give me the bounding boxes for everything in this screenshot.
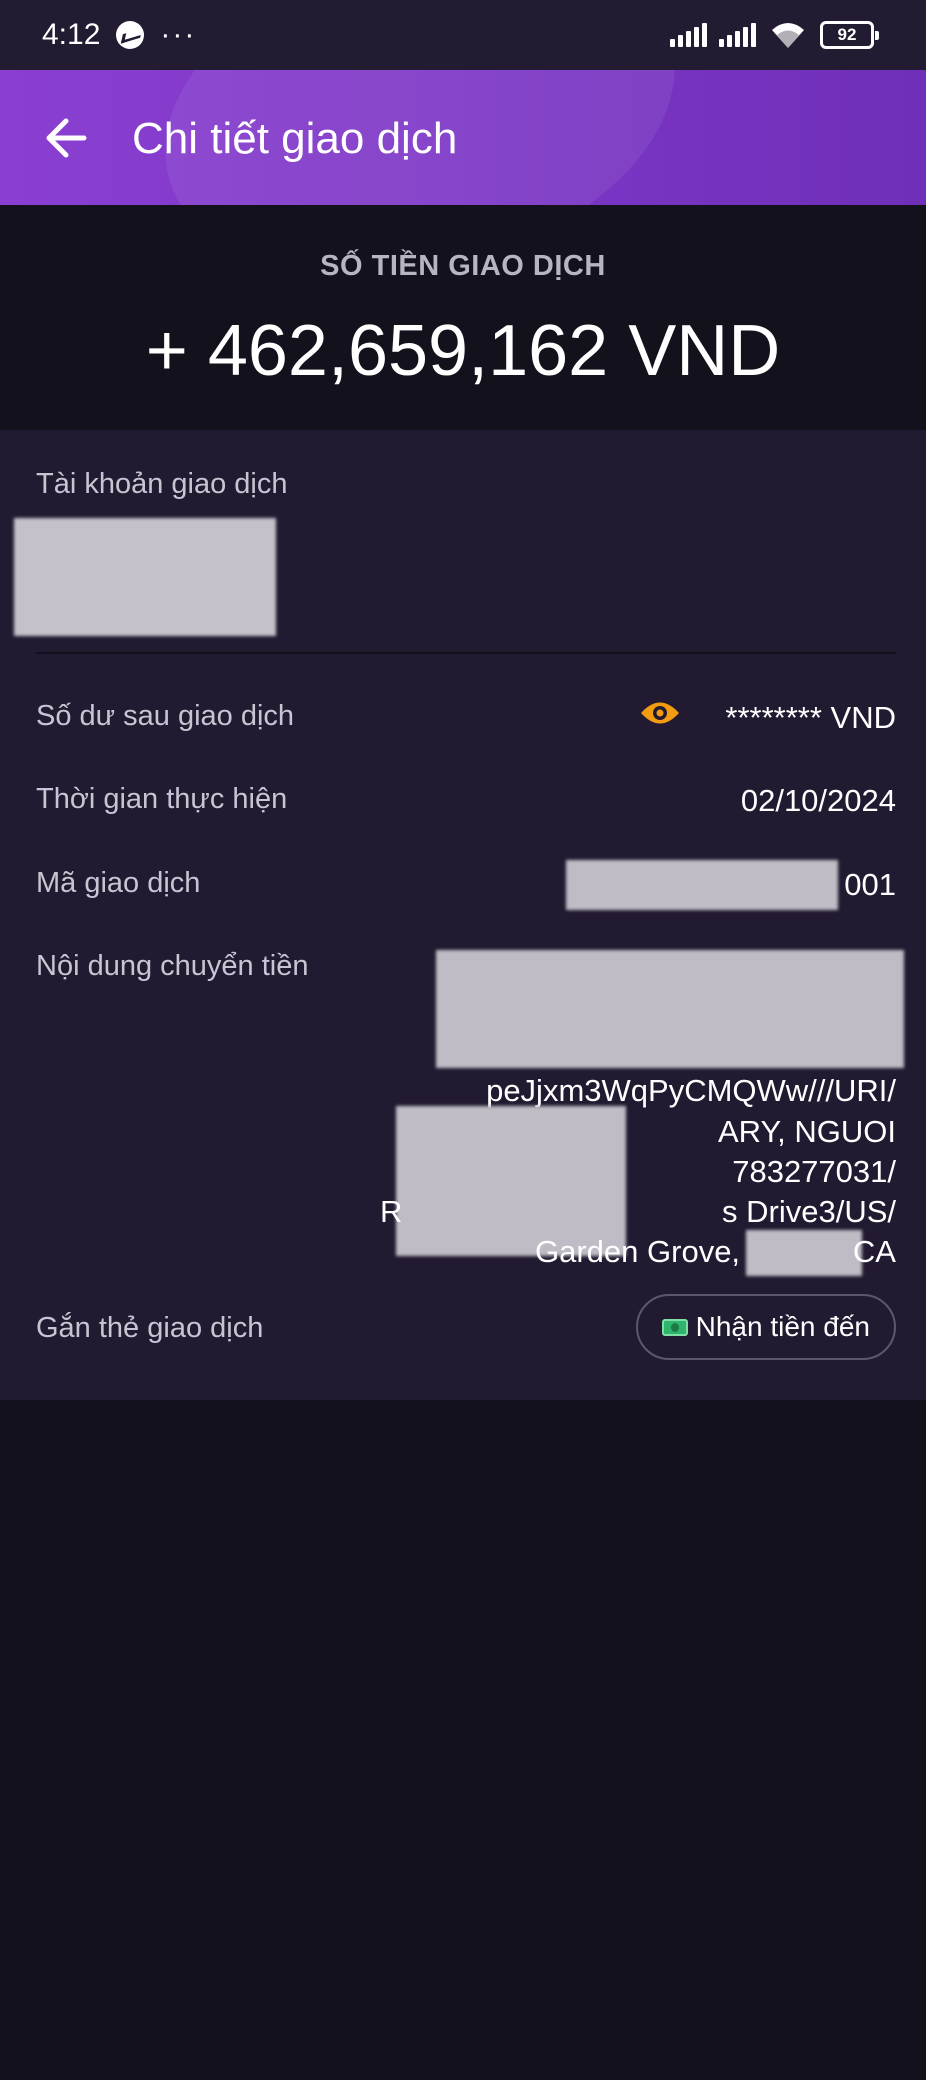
transaction-code-label: Mã giao dịch	[36, 867, 201, 899]
back-arrow-icon[interactable]	[40, 108, 94, 168]
amount-value: + 462,659,162 VND	[145, 311, 781, 391]
status-time: 4:12	[42, 18, 101, 51]
amount-label: SỐ TIỀN GIAO DỊCH	[320, 250, 606, 282]
tag-chip-label: Nhận tiền đến	[695, 1311, 870, 1342]
status-bar-right: 92	[670, 20, 879, 50]
amount-section: SỐ TIỀN GIAO DỊCH + 462,659,162 VND	[0, 205, 926, 430]
content-line-5: ARY, NGUOI	[717, 1114, 896, 1149]
tag-chip-receive-money[interactable]: Nhận tiền đến	[635, 1294, 896, 1360]
content-label: Nội dung chuyển tiền	[36, 950, 309, 982]
divider	[36, 652, 896, 654]
wifi-icon	[772, 23, 804, 48]
balance-label: Số dư sau giao dịch	[36, 700, 295, 732]
content-line-7: s Drive3/US/	[722, 1194, 896, 1229]
transaction-code-redacted	[566, 860, 838, 910]
app-bar: Chi tiết giao dịch	[0, 70, 926, 205]
page-title: Chi tiết giao dịch	[132, 114, 458, 163]
time-value: 02/10/2024	[740, 783, 896, 818]
content-line-4: peJjxm3WqPyCMQWw///URI/	[486, 1073, 896, 1108]
transaction-details: Tài khoản giao dịch Số dư sau giao dịch …	[0, 430, 926, 1400]
signal-icon-2	[719, 23, 756, 47]
more-notifications-icon: ···	[160, 18, 197, 51]
transaction-code-suffix: 001	[844, 867, 896, 902]
status-bar-left: 4:12 ···	[42, 18, 196, 52]
signal-icon	[670, 23, 707, 47]
eye-icon[interactable]	[639, 698, 681, 728]
messenger-icon	[116, 21, 145, 49]
content-line-6: 783277031/	[732, 1154, 896, 1189]
balance-value: ******** VND	[725, 700, 896, 735]
status-bar: 4:12 ··· 92	[0, 0, 926, 70]
battery-level: 92	[837, 25, 857, 44]
battery-icon: 92	[820, 21, 879, 49]
content-line-8-suffix: CA	[852, 1234, 896, 1269]
content-redacted-bottom	[746, 1230, 862, 1276]
money-icon	[661, 1318, 688, 1336]
tag-label: Gắn thẻ giao dịch	[36, 1312, 264, 1344]
content-line-7-prefix: R	[380, 1194, 403, 1229]
account-label: Tài khoản giao dịch	[36, 468, 288, 500]
time-label: Thời gian thực hiện	[36, 783, 288, 815]
content-redacted-top	[436, 950, 904, 1068]
account-info-redacted	[14, 518, 276, 636]
content-line-8-prefix: Garden Grove,	[535, 1234, 741, 1269]
